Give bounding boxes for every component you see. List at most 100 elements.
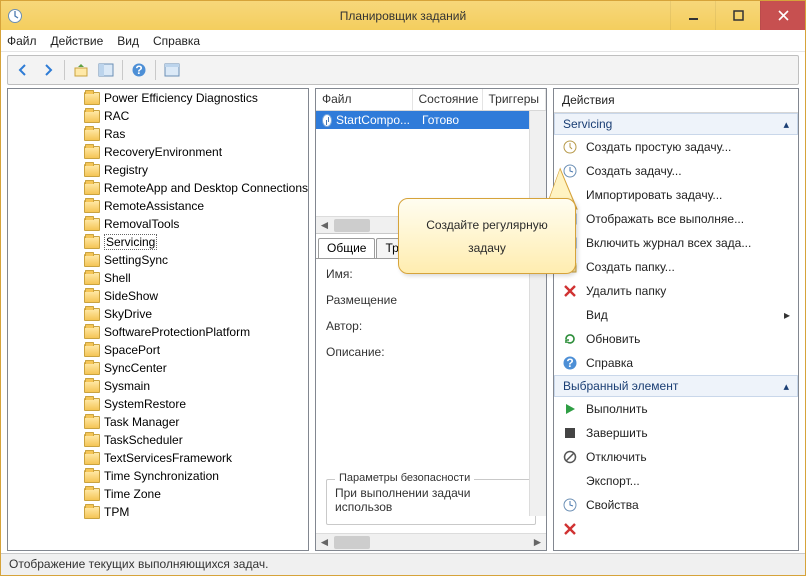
col-file[interactable]: Файл [316, 89, 413, 110]
tree-item[interactable]: Power Efficiency Diagnostics [8, 89, 308, 107]
tree-item-label: SyncCenter [104, 361, 167, 375]
action-enable-history[interactable]: Включить журнал всех зада... [554, 231, 798, 255]
task-file: StartCompo... [336, 113, 410, 127]
tree-item[interactable]: RemoteAssistance [8, 197, 308, 215]
section-selected-item[interactable]: Выбранный элемент▴ [554, 375, 798, 397]
tree-item-label: SystemRestore [104, 397, 186, 411]
tree-item[interactable]: SyncCenter [8, 359, 308, 377]
label-description: Описание: [326, 345, 536, 359]
detail-scrollbar-h[interactable]: ◄► [316, 533, 546, 550]
tree-item[interactable]: SideShow [8, 287, 308, 305]
action-run[interactable]: Выполнить [554, 397, 798, 421]
tree-item-label: Ras [104, 127, 125, 141]
tree-item[interactable]: Sysmain [8, 377, 308, 395]
menu-help[interactable]: Справка [153, 34, 200, 48]
task-icon [322, 114, 332, 127]
tab-general[interactable]: Общие [318, 238, 375, 258]
tree-item-label: TextServicesFramework [104, 451, 232, 465]
tree-item-label: SettingSync [104, 253, 168, 267]
tree-item-label: Time Zone [104, 487, 161, 501]
action-disable[interactable]: Отключить [554, 445, 798, 469]
section-servicing[interactable]: Servicing▴ [554, 113, 798, 135]
action-view-submenu[interactable]: Вид▸ [554, 303, 798, 327]
collapse-icon: ▴ [783, 380, 789, 393]
folder-tree[interactable]: Power Efficiency DiagnosticsRAC Ras Recove… [8, 89, 308, 550]
properties-button[interactable] [161, 59, 183, 81]
action-end[interactable]: Завершить [554, 421, 798, 445]
tree-item[interactable]: Ras [8, 125, 308, 143]
show-hide-tree-button[interactable] [95, 59, 117, 81]
action-help[interactable]: ?Справка [554, 351, 798, 375]
action-export[interactable]: Экспорт... [554, 469, 798, 493]
detail-scrollbar-v[interactable] [529, 259, 546, 516]
task-scheduler-window: Планировщик заданий Файл Действие Вид Сп… [0, 0, 806, 576]
status-text: Отображение текущих выполняющихся задач. [9, 557, 268, 571]
tree-item[interactable]: RecoveryEnvironment [8, 143, 308, 161]
grid-scrollbar-v[interactable] [529, 111, 546, 199]
forward-button[interactable] [37, 59, 59, 81]
folder-icon [84, 254, 100, 267]
tree-item[interactable]: RemoteApp and Desktop Connections [8, 179, 308, 197]
menu-view[interactable]: Вид [117, 34, 139, 48]
middle-panel: Файл Состояние Триггеры StartCompo... Го… [315, 88, 547, 551]
action-delete-stub[interactable] [554, 517, 798, 541]
tree-item[interactable]: Time Synchronization [8, 467, 308, 485]
folder-icon [84, 236, 100, 249]
tree-item[interactable]: SoftwareProtectionPlatform [8, 323, 308, 341]
action-properties[interactable]: Свойства [554, 493, 798, 517]
security-line: При выполнении задачи использов [335, 486, 527, 514]
menu-action[interactable]: Действие [51, 34, 104, 48]
tree-item-label: RecoveryEnvironment [104, 145, 222, 159]
grid-header[interactable]: Файл Состояние Триггеры [316, 89, 546, 111]
task-state: Готово [416, 113, 486, 127]
tree-item[interactable]: SystemRestore [8, 395, 308, 413]
back-button[interactable] [12, 59, 34, 81]
folder-icon [84, 146, 100, 159]
action-new-folder[interactable]: Создать папку... [554, 255, 798, 279]
tree-item-label: SkyDrive [104, 307, 152, 321]
folder-icon [84, 182, 100, 195]
action-delete-folder[interactable]: Удалить папку [554, 279, 798, 303]
tree-item[interactable]: TaskScheduler [8, 431, 308, 449]
tree-item-label: RemoteAssistance [104, 199, 204, 213]
tree-item[interactable]: RAC [8, 107, 308, 125]
collapse-icon: ▴ [783, 118, 789, 131]
menu-file[interactable]: Файл [7, 34, 37, 48]
tree-item[interactable]: Servicing [8, 233, 308, 251]
tree-item[interactable]: Time Zone [8, 485, 308, 503]
folder-icon [84, 488, 100, 501]
tree-item[interactable]: SkyDrive [8, 305, 308, 323]
titlebar[interactable]: Планировщик заданий [1, 1, 805, 30]
action-show-running[interactable]: Отображать все выполняе... [554, 207, 798, 231]
close-button[interactable] [760, 1, 805, 30]
tree-item[interactable]: TextServicesFramework [8, 449, 308, 467]
maximize-button[interactable] [715, 1, 760, 30]
tree-item[interactable]: RemovalTools [8, 215, 308, 233]
tree-item[interactable]: Registry [8, 161, 308, 179]
action-refresh[interactable]: Обновить [554, 327, 798, 351]
tree-panel: Power Efficiency DiagnosticsRAC Ras Recove… [7, 88, 309, 551]
up-button[interactable] [70, 59, 92, 81]
tree-item-label: SpacePort [104, 343, 160, 357]
col-triggers[interactable]: Триггеры [483, 89, 547, 110]
action-create-basic-task[interactable]: Создать простую задачу... [554, 135, 798, 159]
tree-item-label: Registry [104, 163, 148, 177]
folder-icon [84, 452, 100, 465]
tree-item-label: RemovalTools [104, 217, 179, 231]
tree-item[interactable]: TPM [8, 503, 308, 521]
action-create-task[interactable]: Создать задачу... [554, 159, 798, 183]
export-icon [562, 473, 578, 489]
menu-bar: Файл Действие Вид Справка [1, 30, 805, 52]
help-button[interactable]: ? [128, 59, 150, 81]
col-state[interactable]: Состояние [413, 89, 483, 110]
tree-item[interactable]: Shell [8, 269, 308, 287]
task-row[interactable]: StartCompo... Готово [316, 111, 546, 129]
tree-item[interactable]: SettingSync [8, 251, 308, 269]
action-import-task[interactable]: Импортировать задачу... [554, 183, 798, 207]
minimize-button[interactable] [670, 1, 715, 30]
tree-item[interactable]: Task Manager [8, 413, 308, 431]
refresh-icon [562, 331, 578, 347]
tree-item[interactable]: SpacePort [8, 341, 308, 359]
disable-icon [562, 449, 578, 465]
properties-icon [562, 497, 578, 513]
